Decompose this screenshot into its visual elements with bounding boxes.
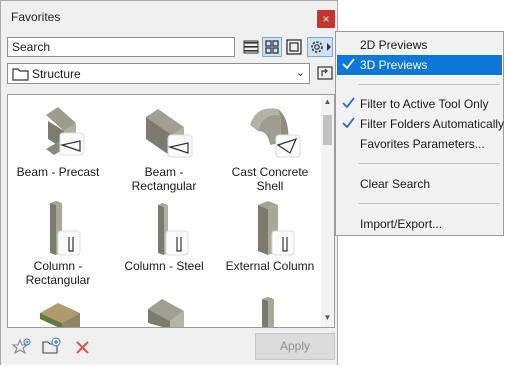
parent-folder-button[interactable]	[315, 63, 335, 84]
scrollbar[interactable]: ▲ ▼	[321, 95, 334, 327]
item-label: Cast Concrete Shell	[231, 165, 309, 193]
item-label: Beam - Rectangular	[131, 165, 197, 193]
beam-preview	[148, 299, 184, 327]
shell-preview	[250, 108, 301, 158]
column-steel-preview	[158, 203, 189, 256]
menu-item-filter-folders[interactable]: Filter Folders Automatically	[337, 114, 504, 134]
new-folder-icon[interactable]	[41, 336, 63, 358]
menu-separator	[358, 84, 500, 85]
chevron-down-icon: ⌄	[295, 67, 305, 79]
checkmark-icon	[342, 97, 355, 109]
menu-separator	[358, 203, 500, 204]
menu-item-3d-previews[interactable]: 3D Previews	[337, 55, 502, 75]
scrollbar-thumb[interactable]	[323, 115, 332, 145]
list-view-button[interactable]	[241, 37, 261, 57]
favorite-item-partial[interactable]	[116, 293, 212, 327]
panel-title: Favorites	[11, 10, 61, 24]
gear-icon	[311, 41, 331, 53]
scroll-down-icon[interactable]: ▼	[321, 313, 334, 325]
favorite-item-beam-precast[interactable]: Beam - Precast	[10, 101, 106, 179]
favorite-item-partial[interactable]	[10, 299, 106, 327]
favorite-item-column-steel[interactable]: Column - Steel	[116, 199, 212, 273]
large-preview-icon	[286, 39, 302, 55]
favorite-item-partial[interactable]	[222, 293, 318, 327]
add-favorite-icon[interactable]	[11, 337, 33, 359]
folder-dropdown[interactable]: Structure ⌄	[7, 63, 310, 84]
parent-folder-icon	[317, 66, 333, 80]
external-column-preview	[258, 201, 295, 256]
grid-view-icon	[265, 40, 279, 54]
apply-button[interactable]: Apply	[255, 333, 335, 360]
favorite-item-column-rectangular[interactable]: Column - Rectangular	[10, 199, 106, 287]
checkmark-icon	[342, 117, 355, 129]
grid-view-button[interactable]	[262, 37, 282, 57]
menu-item-import-export[interactable]: Import/Export...	[337, 214, 502, 234]
favorites-panel: Favorites × Str	[0, 0, 338, 365]
menu-item-filter-active-tool[interactable]: Filter to Active Tool Only	[337, 94, 502, 114]
folder-label: Structure	[32, 67, 81, 81]
column-preview	[262, 297, 274, 327]
item-label: Beam - Precast	[16, 165, 100, 179]
favorite-item-cast-concrete-shell[interactable]: Cast Concrete Shell	[222, 101, 318, 193]
title-bar: Favorites ×	[1, 1, 337, 32]
favorite-item-external-column[interactable]: External Column	[222, 199, 318, 273]
beam-rectangular-preview	[146, 109, 193, 158]
close-button[interactable]: ×	[317, 10, 335, 28]
item-label: Column - Steel	[124, 259, 204, 273]
list-view-icon	[243, 40, 259, 54]
checkmark-icon	[342, 58, 355, 70]
scroll-up-icon[interactable]: ▲	[321, 97, 334, 109]
slab-preview	[40, 303, 80, 327]
large-preview-button[interactable]	[284, 37, 304, 57]
menu-item-2d-previews[interactable]: 2D Previews	[337, 35, 502, 55]
close-icon: ×	[322, 12, 330, 26]
menu-item-favorites-parameters[interactable]: Favorites Parameters...	[337, 134, 502, 154]
bottom-toolbar: Apply	[1, 328, 337, 365]
settings-menu: 2D Previews 3D Previews Filter to Active…	[335, 31, 504, 236]
column-rectangular-preview	[50, 201, 81, 256]
beam-precast-preview	[46, 107, 85, 156]
menu-separator	[358, 163, 500, 164]
search-input[interactable]	[7, 37, 235, 57]
menu-item-clear-search[interactable]: Clear Search	[337, 174, 502, 194]
settings-menu-button[interactable]	[307, 37, 333, 57]
folder-icon	[12, 68, 29, 81]
delete-icon[interactable]	[74, 339, 92, 357]
item-label: External Column	[225, 259, 315, 273]
item-label: Column - Rectangular	[25, 259, 91, 287]
favorite-item-beam-rectangular[interactable]: Beam - Rectangular	[116, 101, 212, 193]
favorites-grid: Beam - Precast Beam - Rectangular Cast C…	[7, 94, 335, 328]
